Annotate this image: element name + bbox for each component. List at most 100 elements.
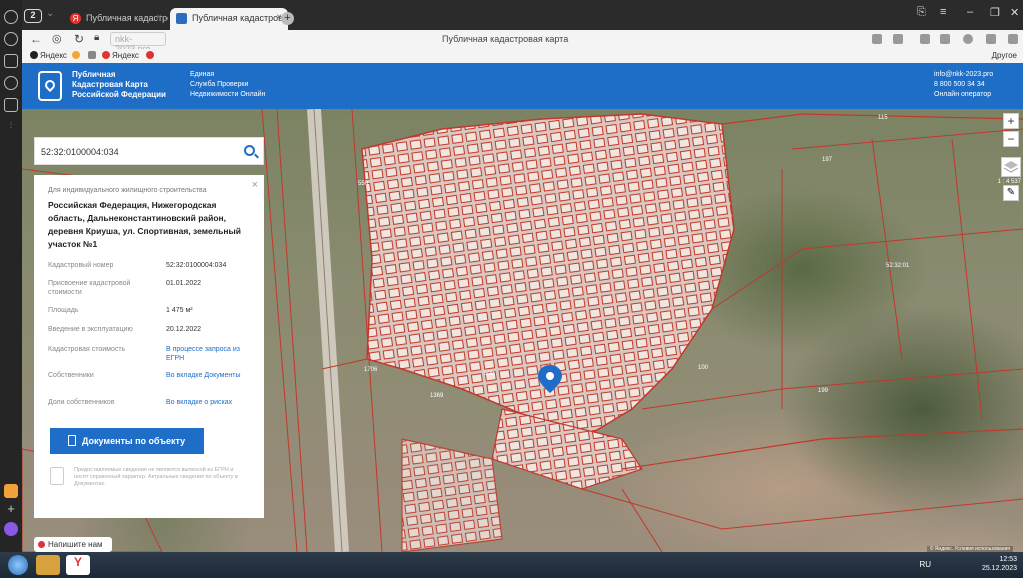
layers-icon <box>1003 161 1019 173</box>
reload-icon[interactable]: ↻ <box>74 32 84 46</box>
parcel-label[interactable]: 550 <box>358 181 368 187</box>
extension-icon[interactable] <box>963 34 973 44</box>
circle-icon <box>72 51 80 59</box>
back-icon[interactable]: ← <box>30 32 42 46</box>
online-operator-link[interactable]: Онлайн оператор <box>934 90 993 100</box>
market-icon <box>146 51 154 59</box>
site-header: Публичная Кадастровая Карта Российской Ф… <box>22 63 1023 109</box>
parcel-label[interactable]: 100 <box>698 365 708 371</box>
site-brand[interactable]: Публичная Кадастровая Карта Российской Ф… <box>72 70 166 100</box>
parcel-label[interactable]: 1706 <box>364 367 377 373</box>
tab-2-active[interactable]: Публичная кадастровая ка × <box>170 8 288 30</box>
search-input[interactable] <box>41 144 231 160</box>
zoom-controls: + − <box>1003 113 1019 149</box>
site-logo[interactable] <box>38 71 62 101</box>
parcel-label[interactable]: 115 <box>878 115 888 121</box>
service-name: Единая Служба Проверки Недвижимости Онла… <box>190 71 266 98</box>
lock-icon: 🔒︎ <box>94 32 100 43</box>
screen: ⫶ + 2 ⌄ Я Публичная кадастровая к × Публ… <box>0 0 1023 578</box>
folder-icon <box>88 51 96 59</box>
recent-icon[interactable] <box>4 76 18 90</box>
alice-icon[interactable] <box>4 10 18 24</box>
document-icon <box>68 435 76 446</box>
start-button[interactable] <box>8 555 28 575</box>
reader-icon[interactable] <box>940 34 950 44</box>
bookmark-panel-icon[interactable]: ⎘ <box>917 6 926 19</box>
history-icon[interactable] <box>4 32 18 46</box>
contact-phone[interactable]: 8 800 500 34 34 <box>934 80 993 90</box>
close-window-icon[interactable]: ✕ <box>1010 6 1019 19</box>
chat-icon <box>38 541 45 548</box>
collections-icon[interactable] <box>4 54 18 68</box>
url-field[interactable]: nkk-2023.pro <box>110 32 166 54</box>
mail-icon[interactable] <box>4 484 18 498</box>
chevron-down-icon[interactable]: ⌄ <box>46 8 54 19</box>
location-icon[interactable] <box>872 34 882 44</box>
write-us-button[interactable]: Напишите нам <box>34 537 112 552</box>
pencil-icon: ✎ <box>1006 187 1016 198</box>
browser-sidebar: ⫶ + <box>0 0 22 552</box>
yandex-icon <box>102 51 110 59</box>
cadastral-value-link[interactable]: В процессе запроса из ЕГРН <box>166 345 258 363</box>
contact-email[interactable]: info@nkk-2023.pro <box>934 70 993 80</box>
zoom-in-button[interactable]: + <box>1003 113 1019 129</box>
explorer-icon[interactable] <box>36 555 60 575</box>
ruler-button[interactable]: ✎ <box>1003 185 1019 201</box>
cadastral-map[interactable]: 115 197 52:32:01 199 100 500 550 1706 13… <box>22 109 1023 552</box>
assistant-icon[interactable] <box>4 522 18 536</box>
parcel-address: Российская Федерация, Нижегородская обла… <box>48 200 242 249</box>
shares-link[interactable]: Во вкладке о рисках <box>166 398 258 407</box>
new-tab-button[interactable]: + <box>281 12 294 25</box>
cadastral-search <box>34 137 264 165</box>
bookmark-icon[interactable] <box>986 34 996 44</box>
bookmark-yandex-2[interactable]: Яндекс <box>102 51 139 60</box>
yandex-favicon-icon: Я <box>70 13 81 24</box>
taskbar: Y RU 12:53 25.12.2023 <box>0 552 1023 578</box>
bookmark-yandex-1[interactable]: Яндекс <box>30 51 67 60</box>
parcel-label[interactable]: 52:32:01 <box>886 263 909 269</box>
parcel-label[interactable]: 500 <box>484 371 494 377</box>
plus-icon <box>30 51 38 59</box>
yandex-browser-icon[interactable]: Y <box>66 555 90 575</box>
contacts: info@nkk-2023.pro 8 800 500 34 34 Онлайн… <box>934 70 993 100</box>
add-panel-icon[interactable]: + <box>4 502 18 517</box>
download-icon[interactable] <box>1008 34 1018 44</box>
disclaimer-note: Предоставляемые сведения не являются вып… <box>74 467 238 487</box>
parcel-purpose: Для индивидуального жилищного строительс… <box>48 187 207 194</box>
downloads-icon[interactable] <box>4 98 18 112</box>
tab-count-badge[interactable]: 2 <box>24 9 42 23</box>
clock[interactable]: 12:53 25.12.2023 <box>982 555 1017 573</box>
protect-icon[interactable]: ◎ <box>52 32 62 45</box>
language-indicator[interactable]: RU <box>919 560 931 569</box>
tab-1[interactable]: Я Публичная кадастровая к × <box>64 8 168 30</box>
share-icon[interactable] <box>920 34 930 44</box>
bookmarks-bar: Яндекс Яндекс Другое <box>22 49 1023 63</box>
zoom-out-button[interactable]: − <box>1003 131 1019 147</box>
map-pin-icon <box>42 77 58 93</box>
bookmark-dot[interactable] <box>72 51 82 60</box>
address-bar: ← ◎ ↻ 🔒︎ nkk-2023.pro Публичная кадастро… <box>22 30 1023 54</box>
info-document-icon <box>50 467 64 485</box>
site-favicon-icon <box>176 13 187 24</box>
translate-icon[interactable] <box>893 34 903 44</box>
menu-icon[interactable]: ≡ <box>940 6 946 18</box>
parcel-label[interactable]: 197 <box>822 157 832 163</box>
search-icon[interactable] <box>244 145 255 156</box>
parcel-info-card: × Для индивидуального жилищного строител… <box>34 175 264 518</box>
bookmark-market[interactable] <box>146 51 156 60</box>
equalizer-icon[interactable]: ⫶ <box>4 120 18 134</box>
tab-2-label: Публичная кадастровая ка <box>192 13 288 23</box>
bookmark-folder[interactable] <box>88 51 98 60</box>
close-tab-icon[interactable]: × <box>156 12 162 23</box>
tab-strip: 2 ⌄ Я Публичная кадастровая к × Публична… <box>22 0 1023 30</box>
minimize-icon[interactable]: – <box>967 6 973 18</box>
parcel-label[interactable]: 199 <box>818 388 828 394</box>
page-title: Публичная кадастровая карта <box>442 34 569 44</box>
close-icon[interactable]: × <box>252 179 258 191</box>
documents-button[interactable]: Документы по объекту <box>50 428 204 454</box>
restore-icon[interactable]: ❐ <box>990 6 1000 19</box>
layers-button[interactable] <box>1001 157 1021 177</box>
other-bookmarks[interactable]: Другое <box>992 51 1017 60</box>
owners-link[interactable]: Во вкладке Документы <box>166 371 258 380</box>
parcel-label[interactable]: 1369 <box>430 393 443 399</box>
